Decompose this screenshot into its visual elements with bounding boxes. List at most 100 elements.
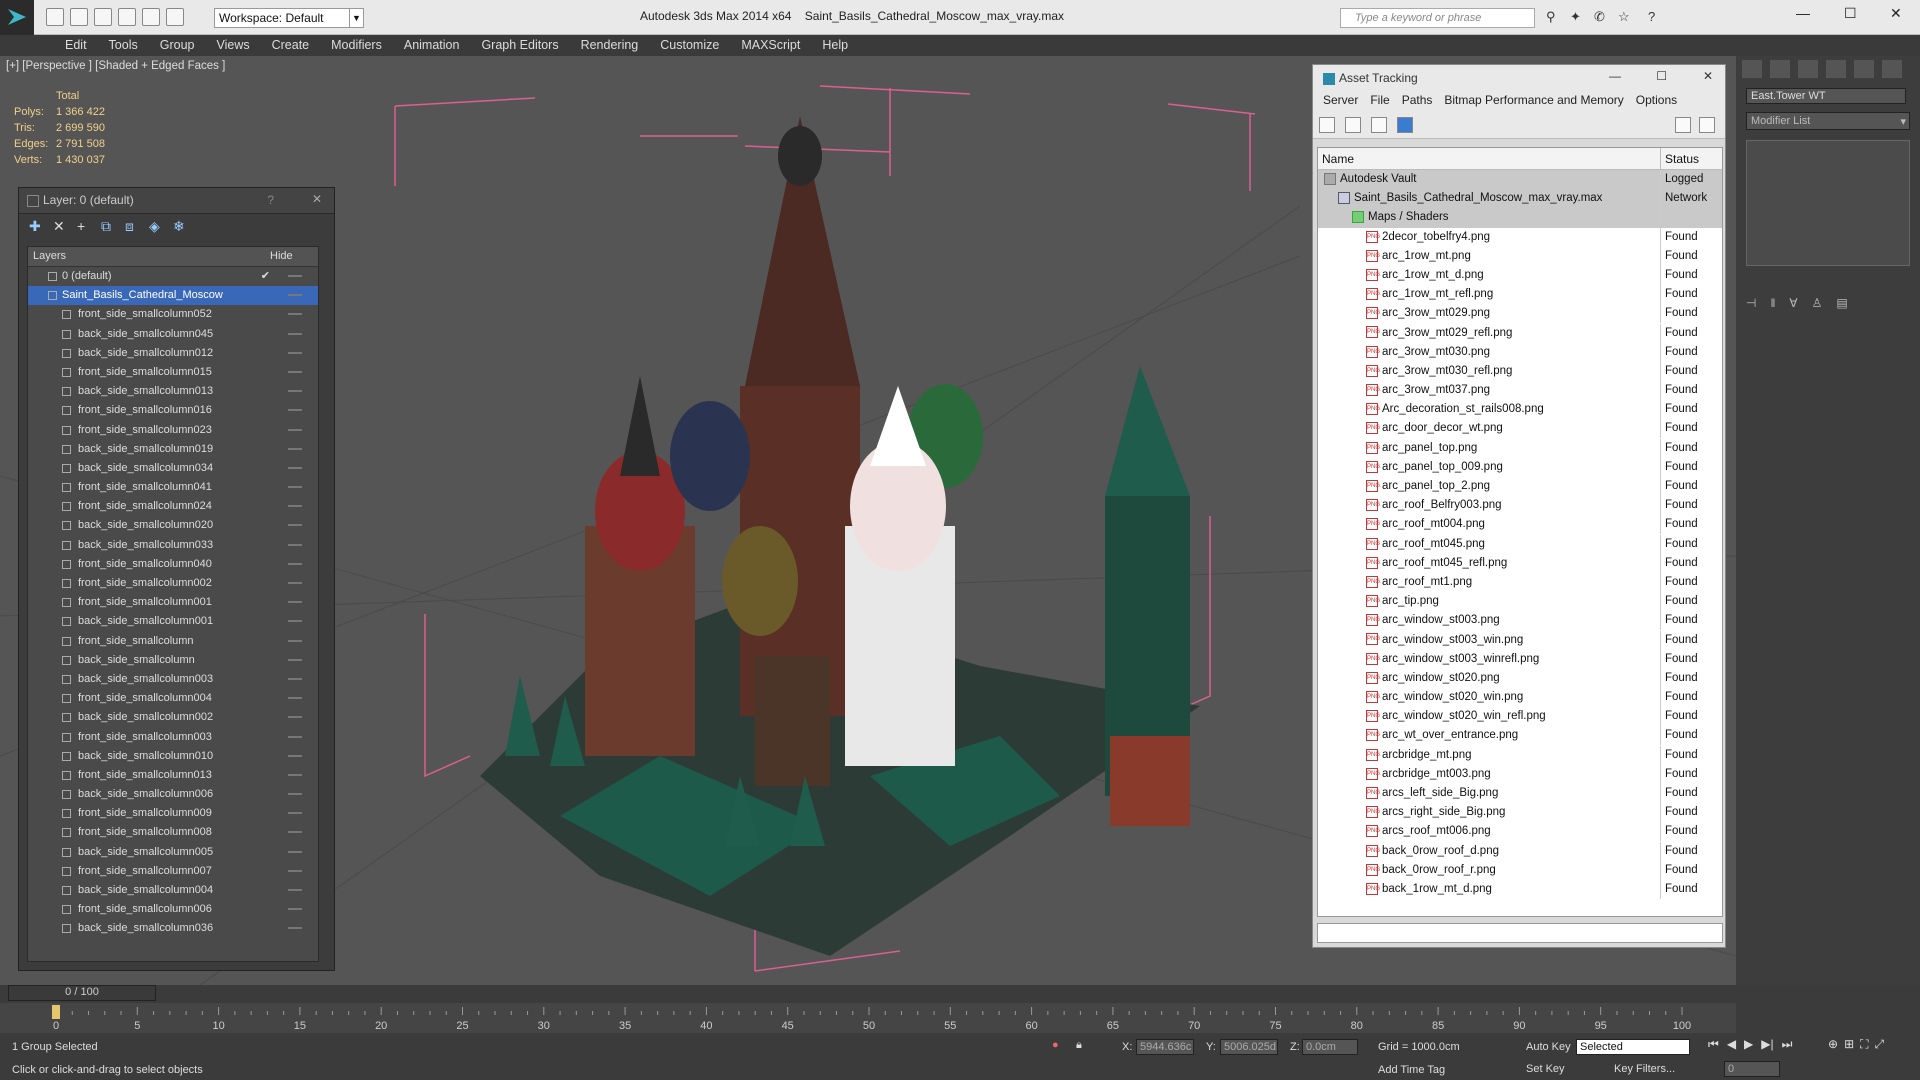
asset-row[interactable]: PNG back_0row_roof_d.png Found [1318,841,1722,861]
menu-bitmap-performance[interactable]: Bitmap Performance and Memory [1438,91,1629,111]
layer-object-row[interactable]: back_side_smallcolumn020 [28,516,318,535]
hide-toggle[interactable] [288,793,302,796]
layer-object-row[interactable]: front_side_smallcolumn013 [28,766,318,785]
x-coordinate-field[interactable]: 5944.636c [1136,1039,1194,1055]
layer-object-row[interactable]: back_side_smallcolumn003 [28,670,318,689]
layer-object-row[interactable]: front_side_smallcolumn002 [28,574,318,593]
hide-toggle[interactable] [288,486,302,489]
layer-object-row[interactable]: back_side_smallcolumn [28,651,318,670]
hide-toggle[interactable] [288,889,302,891]
isolate-icon[interactable]: ● [1052,1039,1059,1051]
hide-toggle[interactable] [288,697,302,700]
menu-modifiers[interactable]: Modifiers [320,35,393,56]
menu-create[interactable]: Create [261,35,321,56]
y-coordinate-field[interactable]: 5006.025d [1220,1039,1278,1055]
binoculars-icon[interactable]: ⚲ [1546,9,1556,25]
layer-object-row[interactable]: front_side_smallcolumn [28,632,318,651]
redo-icon[interactable] [142,8,160,26]
asset-row[interactable]: PNG arc_roof_mt045.png Found [1318,534,1722,554]
hide-all-icon[interactable]: ◈ [149,218,165,234]
asset-row[interactable]: PNG arc_panel_top_2.png Found [1318,477,1722,496]
hide-toggle[interactable] [288,927,302,930]
layer-object-row[interactable]: back_side_smallcolumn005 [28,843,318,862]
lock-selection-icon[interactable]: 🔒︎ [1076,1039,1082,1052]
asset-row[interactable]: PNG arc_1row_mt_refl.png Found [1318,285,1722,305]
layer-object-row[interactable]: front_side_smallcolumn052 [28,305,318,324]
layer-object-row[interactable]: back_side_smallcolumn045 [28,325,318,344]
layer-object-row[interactable]: front_side_smallcolumn004 [28,689,318,708]
maximize-button[interactable]: ☐ [1656,69,1667,83]
pin-stack-icon[interactable]: ⊣ [1746,296,1756,314]
layer-object-row[interactable]: back_side_smallcolumn019 [28,440,318,459]
menu-customize[interactable]: Customize [649,35,730,56]
asset-row[interactable]: Saint_Basils_Cathedral_Moscow_max_vray.m… [1318,189,1722,209]
new-layer-icon[interactable]: ✚ [29,218,45,234]
asset-row[interactable]: PNG arc_window_st003_win.png Found [1318,630,1722,650]
hide-toggle[interactable] [288,620,302,623]
hide-toggle[interactable] [288,831,302,834]
add-time-tag[interactable]: Add Time Tag [1378,1064,1445,1076]
menu-tools[interactable]: Tools [98,35,149,56]
layer-object-row[interactable]: back_side_smallcolumn033 [28,536,318,555]
hide-toggle[interactable] [288,370,302,373]
set-key-button[interactable]: Set Key [1526,1063,1565,1075]
menu-edit[interactable]: Edit [54,35,98,56]
menu-group[interactable]: Group [149,35,206,56]
z-coordinate-field[interactable]: 0.0cm [1302,1039,1358,1055]
layer-object-row[interactable]: front_side_smallcolumn006 [28,900,318,919]
star-icon[interactable]: ☆ [1618,9,1630,25]
asset-row[interactable]: PNG arc_1row_mt_d.png Found [1318,265,1722,285]
new-file-icon[interactable] [46,8,64,26]
layer-object-row[interactable]: front_side_smallcolumn015 [28,363,318,382]
col-status[interactable]: Status [1660,148,1703,170]
object-name-field[interactable]: East.Tower WT [1746,88,1906,104]
hide-toggle[interactable] [288,658,302,661]
list-view-icon[interactable] [1345,117,1361,133]
asset-row[interactable]: PNG arc_window_st020_win.png Found [1318,688,1722,708]
search-input[interactable]: Type a keyword or phrase [1340,8,1535,28]
hide-toggle[interactable] [288,754,302,757]
key-icon[interactable]: ✦ [1570,9,1581,25]
col-name[interactable]: Name [1322,152,1354,166]
hide-toggle[interactable] [288,869,302,872]
menu-maxscript[interactable]: MAXScript [730,35,811,56]
asset-row[interactable]: PNG arc_wt_over_entrance.png Found [1318,726,1722,746]
asset-row[interactable]: PNG arc_door_decor_wt.png Found [1318,419,1722,439]
motion-tab-icon[interactable] [1826,60,1846,78]
go-to-start-icon[interactable]: ⏮ [1708,1037,1719,1052]
asset-row[interactable]: PNG 2decor_tobelfry4.png Found [1318,227,1722,247]
workspace-dropdown[interactable]: Workspace: Default ▼ [214,8,364,28]
project-folder-icon[interactable] [166,8,184,26]
close-icon[interactable]: ✕ [312,192,322,206]
help-icon[interactable] [1675,117,1691,133]
asset-row[interactable]: PNG arc_3row_mt037.png Found [1318,381,1722,401]
hide-toggle[interactable] [288,543,302,546]
hide-toggle[interactable] [288,582,302,584]
hide-toggle[interactable] [288,812,302,815]
asset-row[interactable]: PNG arc_3row_mt029.png Found [1318,304,1722,324]
menu-file[interactable]: File [1364,91,1395,111]
active-layer-check-icon[interactable]: ✔ [261,267,270,286]
col-layers[interactable]: Layers [33,250,66,262]
hide-toggle[interactable] [288,735,302,738]
app-logo-icon[interactable] [0,0,34,35]
hierarchy-tab-icon[interactable] [1798,60,1818,78]
zoom-icon[interactable]: ⊕ [1828,1037,1838,1052]
remove-modifier-icon[interactable]: ♙ [1812,296,1823,314]
highlight-layer-icon[interactable]: ⧈ [125,218,141,234]
freeze-all-icon[interactable]: ❄ [173,218,189,234]
configure-sets-icon[interactable]: ▤ [1836,296,1847,314]
maximize-button[interactable]: ☐ [1844,5,1857,22]
layer-object-row[interactable]: back_side_smallcolumn012 [28,344,318,363]
thumbnail-view-icon[interactable] [1371,117,1387,133]
hide-toggle[interactable] [288,409,302,412]
asset-row[interactable]: PNG arc_3row_mt030.png Found [1318,342,1722,362]
layer-object-row[interactable]: front_side_smallcolumn009 [28,804,318,823]
delete-layer-icon[interactable]: ✕ [53,218,69,234]
layer-object-row[interactable]: front_side_smallcolumn024 [28,497,318,516]
layer-object-row[interactable]: back_side_smallcolumn002 [28,708,318,727]
asset-row[interactable]: PNG arc_roof_mt1.png Found [1318,572,1722,592]
layer-object-row[interactable]: front_side_smallcolumn001 [28,593,318,612]
hide-toggle[interactable] [288,562,302,565]
asset-row[interactable]: PNG arc_1row_mt.png Found [1318,246,1722,266]
